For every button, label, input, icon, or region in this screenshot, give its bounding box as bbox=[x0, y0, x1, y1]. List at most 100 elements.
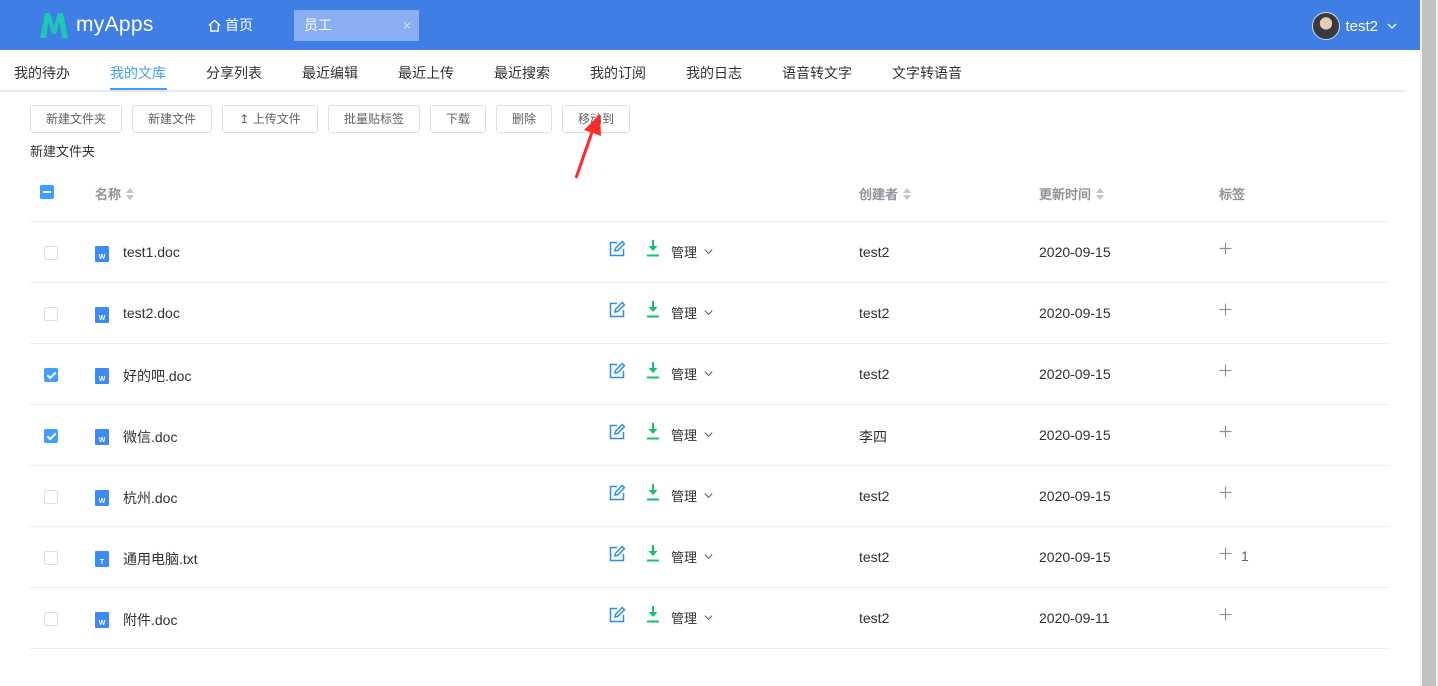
add-tag-icon[interactable] bbox=[1219, 242, 1232, 255]
upload-file-button[interactable]: ↥ 上传文件 bbox=[222, 105, 318, 133]
manage-dropdown[interactable]: 管理 bbox=[671, 608, 714, 627]
row-checkbox[interactable] bbox=[44, 490, 58, 504]
updated-date-cell: 2020-09-15 bbox=[1039, 366, 1111, 382]
column-name[interactable]: 名称 bbox=[95, 184, 135, 203]
file-name[interactable]: 附件.doc bbox=[123, 610, 177, 630]
subnav-item-subscriptions[interactable]: 我的订阅 bbox=[590, 63, 646, 83]
subnav-item-my-log[interactable]: 我的日志 bbox=[686, 63, 742, 83]
manage-dropdown[interactable]: 管理 bbox=[671, 364, 714, 383]
manage-dropdown[interactable]: 管理 bbox=[671, 547, 714, 566]
tab-employee[interactable]: 员工 × bbox=[294, 10, 419, 41]
file-name[interactable]: 杭州.doc bbox=[123, 488, 177, 508]
delete-button[interactable]: 删除 bbox=[496, 105, 552, 133]
avatar bbox=[1312, 12, 1341, 40]
download-icon[interactable] bbox=[646, 544, 660, 562]
file-name[interactable]: 通用电脑.txt bbox=[123, 549, 198, 569]
scrollbar-thumb[interactable] bbox=[1422, 0, 1436, 686]
add-tag-icon[interactable] bbox=[1219, 425, 1232, 438]
app-logo[interactable]: myApps bbox=[38, 10, 154, 40]
manage-dropdown[interactable]: 管理 bbox=[671, 425, 714, 444]
edit-icon[interactable] bbox=[608, 484, 626, 502]
row-checkbox[interactable] bbox=[44, 368, 58, 382]
edit-icon[interactable] bbox=[608, 423, 626, 441]
manage-dropdown[interactable]: 管理 bbox=[671, 303, 714, 322]
download-icon[interactable] bbox=[646, 483, 660, 501]
subnav-item-text-to-speech[interactable]: 文字转语音 bbox=[892, 63, 962, 83]
subnav-item-recent-upload[interactable]: 最近上传 bbox=[398, 63, 454, 83]
creator-cell: test2 bbox=[859, 610, 890, 626]
edit-icon[interactable] bbox=[608, 240, 626, 258]
row-checkbox[interactable] bbox=[44, 551, 58, 565]
chevron-down-icon bbox=[704, 432, 713, 438]
manage-dropdown[interactable]: 管理 bbox=[671, 486, 714, 505]
subnav-item-todo[interactable]: 我的待办 bbox=[14, 63, 70, 83]
file-name[interactable]: 好的吧.doc bbox=[123, 366, 191, 386]
subnav-item-share-list[interactable]: 分享列表 bbox=[206, 63, 262, 83]
chevron-down-icon bbox=[704, 249, 713, 255]
table-row[interactable]: W 杭州.doc 管理 test2 2020-09-15 bbox=[30, 466, 1389, 527]
home-label: 首页 bbox=[225, 17, 253, 33]
subnav-item-speech-to-text[interactable]: 语音转文字 bbox=[782, 63, 852, 83]
file-name[interactable]: test2.doc bbox=[123, 305, 180, 321]
column-updated-label: 更新时间 bbox=[1039, 187, 1092, 202]
add-tag-icon[interactable] bbox=[1219, 547, 1232, 560]
sort-icon[interactable] bbox=[126, 187, 135, 200]
column-creator[interactable]: 创建者 bbox=[859, 184, 912, 203]
close-icon[interactable]: × bbox=[403, 10, 411, 41]
sort-icon[interactable] bbox=[1096, 187, 1105, 200]
table-row[interactable]: W 好的吧.doc 管理 test2 2020-09-15 bbox=[30, 344, 1389, 405]
table-row[interactable]: W test1.doc 管理 test2 2020-09-15 bbox=[30, 222, 1389, 283]
file-name[interactable]: 微信.doc bbox=[123, 427, 177, 447]
table-row[interactable]: W 附件.doc 管理 test2 2020-09-11 bbox=[30, 588, 1389, 649]
user-menu[interactable]: test2 bbox=[1312, 12, 1398, 40]
column-tags-label: 标签 bbox=[1219, 187, 1246, 202]
home-nav[interactable]: 首页 bbox=[208, 15, 253, 35]
download-button[interactable]: 下载 bbox=[430, 105, 486, 133]
file-type-letter: W bbox=[98, 315, 106, 322]
column-name-label: 名称 bbox=[95, 187, 122, 202]
download-icon[interactable] bbox=[646, 361, 660, 379]
add-tag-icon[interactable] bbox=[1219, 486, 1232, 499]
download-icon[interactable] bbox=[646, 300, 660, 318]
chevron-down-icon bbox=[1387, 23, 1397, 29]
edit-icon[interactable] bbox=[608, 362, 626, 380]
creator-cell: test2 bbox=[859, 488, 890, 504]
download-icon[interactable] bbox=[646, 239, 660, 257]
row-checkbox[interactable] bbox=[44, 612, 58, 626]
updated-date-cell: 2020-09-15 bbox=[1039, 244, 1111, 260]
subnav-item-recent-edit[interactable]: 最近编辑 bbox=[302, 63, 358, 83]
column-updated[interactable]: 更新时间 bbox=[1039, 184, 1105, 203]
column-tags: 标签 bbox=[1219, 184, 1245, 203]
add-tag-icon[interactable] bbox=[1219, 303, 1232, 316]
doc-file-icon: W bbox=[95, 490, 109, 506]
edit-icon[interactable] bbox=[608, 301, 626, 319]
active-tab-indicator bbox=[110, 88, 167, 90]
manage-dropdown[interactable]: 管理 bbox=[671, 242, 714, 261]
download-icon[interactable] bbox=[646, 605, 660, 623]
table-row[interactable]: T 通用电脑.txt 管理 test2 2020-09-15 1 bbox=[30, 527, 1389, 588]
row-checkbox[interactable] bbox=[44, 246, 58, 260]
new-file-button[interactable]: 新建文件 bbox=[132, 105, 212, 133]
tab-employee-label: 员工 bbox=[304, 17, 332, 33]
chevron-down-icon bbox=[704, 310, 713, 316]
table-row[interactable]: W test2.doc 管理 test2 2020-09-15 bbox=[30, 283, 1389, 344]
row-checkbox[interactable] bbox=[44, 307, 58, 321]
creator-cell: test2 bbox=[859, 244, 890, 260]
file-type-letter: W bbox=[98, 437, 106, 444]
edit-icon[interactable] bbox=[608, 606, 626, 624]
file-name[interactable]: test1.doc bbox=[123, 244, 180, 260]
new-folder-button[interactable]: 新建文件夹 bbox=[30, 105, 122, 133]
sort-icon[interactable] bbox=[903, 187, 912, 200]
batch-tag-button[interactable]: 批量贴标签 bbox=[328, 105, 420, 133]
edit-icon[interactable] bbox=[608, 545, 626, 563]
row-checkbox[interactable] bbox=[44, 429, 58, 443]
select-all-checkbox[interactable] bbox=[40, 185, 54, 199]
add-tag-icon[interactable] bbox=[1219, 608, 1232, 621]
table-row[interactable]: W 微信.doc 管理 李四 2020-09-15 bbox=[30, 405, 1389, 466]
add-tag-icon[interactable] bbox=[1219, 364, 1232, 377]
manage-label: 管理 bbox=[671, 428, 698, 443]
download-icon[interactable] bbox=[646, 422, 660, 440]
subnav-item-my-library[interactable]: 我的文库 bbox=[110, 63, 166, 83]
subnav-item-recent-search[interactable]: 最近搜索 bbox=[494, 63, 550, 83]
txt-file-icon: T bbox=[95, 551, 109, 567]
